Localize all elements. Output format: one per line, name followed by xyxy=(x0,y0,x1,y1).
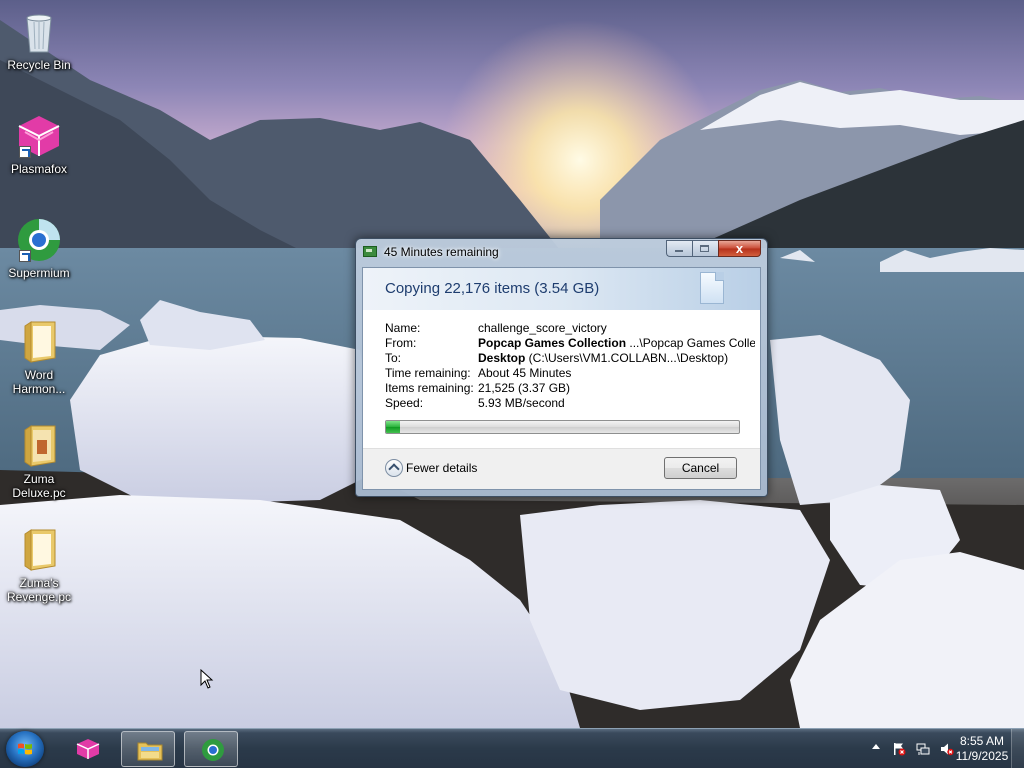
to-link[interactable]: Desktop (C:\Users\VM1.COLLABN...\Desktop… xyxy=(478,351,755,366)
copy-progress-dialog[interactable]: 45 Minutes remaining x Copying 22,176 it… xyxy=(355,238,768,497)
dialog-title-bar[interactable]: 45 Minutes remaining x xyxy=(356,239,767,265)
plasmafox-icon xyxy=(76,739,100,759)
desktop-icon-label-line: Word xyxy=(24,368,54,382)
clock-time: 8:55 AM xyxy=(959,734,1005,748)
folder-icon xyxy=(15,422,63,470)
maximize-button xyxy=(692,240,718,257)
file-explorer-icon xyxy=(137,742,163,761)
desktop-icon-label: Supermium xyxy=(8,266,70,280)
desktop-icon-plasmafox[interactable]: Plasmafox xyxy=(1,112,77,176)
taskbar-plasmafox-button[interactable] xyxy=(60,731,114,767)
from-folder-path: ...\Popcap Games Colle xyxy=(626,336,755,350)
mouse-cursor-icon xyxy=(200,669,214,689)
plasmafox-icon xyxy=(15,112,63,160)
fewer-details-chevron-icon[interactable] xyxy=(385,459,403,477)
copy-progress-bar xyxy=(385,420,740,434)
show-hidden-icons-chevron-icon[interactable] xyxy=(872,744,880,749)
detail-label: Time remaining: xyxy=(385,366,471,380)
windows-logo-icon xyxy=(18,743,32,755)
minimize-button[interactable] xyxy=(666,240,692,257)
desktop-icon-recycle-bin[interactable]: Recycle Bin xyxy=(1,8,77,72)
desktop-icon-label-line: Zuma's xyxy=(19,576,59,590)
taskbar-supermium-button[interactable] xyxy=(184,731,238,767)
detail-label: Items remaining: xyxy=(385,381,474,395)
desktop-icon-label: Recycle Bin xyxy=(7,58,71,72)
folder-icon xyxy=(15,526,63,574)
supermium-icon xyxy=(202,739,224,761)
detail-label: To: xyxy=(385,351,402,365)
desktop-icon-supermium[interactable]: Supermium xyxy=(1,216,77,280)
close-button[interactable]: x xyxy=(718,240,761,257)
shortcut-arrow-icon xyxy=(19,146,31,158)
dialog-footer: Fewer details Cancel xyxy=(363,448,760,489)
detail-row-items-remaining: Items remaining: 21,525 (3.37 GB) xyxy=(385,381,755,396)
detail-row-to: To: Desktop (C:\Users\VM1.COLLABN...\Des… xyxy=(385,351,755,366)
desktop-icon-label-line: Zuma xyxy=(23,472,55,486)
detail-row-name: Name: challenge_score_victory xyxy=(385,321,755,336)
taskbar: 8:55 AM 11/9/2025 xyxy=(0,728,1024,769)
maximize-icon xyxy=(700,245,709,252)
detail-label: Name: xyxy=(385,321,421,335)
taskbar-file-explorer-button[interactable] xyxy=(121,731,175,767)
copy-details: Name: challenge_score_victory From: Popc… xyxy=(385,321,755,411)
from-link[interactable]: Popcap Games Collection ...\Popcap Games… xyxy=(478,336,755,351)
desktop-icon-label-line: Deluxe.pc xyxy=(12,486,66,500)
detail-value: 5.93 MB/second xyxy=(478,396,565,410)
shortcut-arrow-icon xyxy=(19,250,31,262)
dialog-content: Copying 22,176 items (3.54 GB) Name: cha… xyxy=(362,267,761,490)
fewer-details-link[interactable]: Fewer details xyxy=(406,461,477,475)
detail-value: 21,525 (3.37 GB) xyxy=(478,381,571,395)
supermium-icon xyxy=(15,216,63,264)
show-desktop-button[interactable] xyxy=(1011,729,1024,769)
minimize-icon xyxy=(675,250,683,252)
desktop-icon-zuma-deluxe[interactable]: Zuma Deluxe.pc xyxy=(1,422,77,500)
desktop-icon-label: Plasmafox xyxy=(10,162,68,176)
detail-value: About 45 Minutes xyxy=(478,366,572,380)
document-icon xyxy=(700,272,724,304)
desktop-icon-label-line: Harmon... xyxy=(12,382,66,396)
detail-value: challenge_score_victory xyxy=(478,321,607,335)
progress-fill xyxy=(386,421,401,433)
dialog-header: Copying 22,176 items (3.54 GB) xyxy=(363,268,760,310)
folder-icon xyxy=(15,318,63,366)
detail-label: From: xyxy=(385,336,417,350)
detail-row-time-remaining: Time remaining: About 45 Minutes xyxy=(385,366,755,381)
action-center-flag-icon[interactable] xyxy=(892,742,906,756)
system-tray: 8:55 AM 11/9/2025 xyxy=(824,729,1024,769)
recycle-bin-icon xyxy=(15,8,63,56)
copy-progress-icon xyxy=(363,246,377,257)
start-button[interactable] xyxy=(6,731,44,767)
dialog-title: 45 Minutes remaining xyxy=(384,245,499,259)
network-icon[interactable] xyxy=(916,742,930,756)
copy-heading: Copying 22,176 items (3.54 GB) xyxy=(385,280,600,297)
to-folder-path: (C:\Users\VM1.COLLABN...\Desktop) xyxy=(525,351,729,365)
desktop-icon-label-line: Revenge.pc xyxy=(6,590,72,604)
detail-row-from: From: Popcap Games Collection ...\Popcap… xyxy=(385,336,755,351)
desktop-icon-word-harmon[interactable]: Word Harmon... xyxy=(1,318,77,396)
caption-buttons: x xyxy=(666,240,761,258)
from-folder-name: Popcap Games Collection xyxy=(478,336,627,350)
detail-row-speed: Speed: 5.93 MB/second xyxy=(385,396,755,411)
desktop-icon-zumas-revenge[interactable]: Zuma's Revenge.pc xyxy=(1,526,77,604)
taskbar-clock[interactable]: 8:55 AM 11/9/2025 xyxy=(947,734,1017,764)
cancel-button[interactable]: Cancel xyxy=(664,457,737,479)
to-folder-name: Desktop xyxy=(478,351,526,365)
clock-date: 11/9/2025 xyxy=(955,749,1009,763)
close-icon: x xyxy=(735,241,744,256)
detail-label: Speed: xyxy=(385,396,424,410)
